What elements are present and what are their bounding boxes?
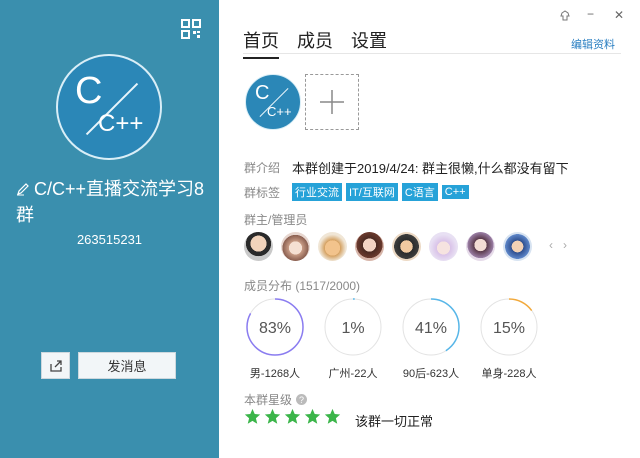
member-distribution: 83% 男-1268人 1% 广州-22人 41% 90后-623人 15% 单身-228人	[245, 297, 539, 381]
distribution-item[interactable]: 1% 广州-22人	[323, 297, 383, 381]
admin-avatar[interactable]	[355, 232, 384, 261]
tag-industry[interactable]: 行业交流	[292, 183, 342, 201]
admin-avatar[interactable]	[429, 232, 458, 261]
share-button[interactable]	[41, 352, 70, 379]
group-avatar-large: C C++	[56, 54, 162, 160]
header-divider	[243, 53, 621, 54]
distribution-caption: 男-1268人	[249, 368, 301, 380]
distribution-percent: 41%	[415, 320, 447, 337]
distribution-item[interactable]: 83% 男-1268人	[245, 297, 305, 381]
help-icon[interactable]: ?	[296, 394, 308, 405]
intro-label: 群介绍	[244, 161, 281, 175]
edit-profile-link[interactable]: 编辑资料	[571, 36, 615, 52]
tag-cpp[interactable]: C++	[441, 185, 469, 199]
logo-text-cpp: C++	[98, 110, 144, 137]
tags-row: 群标签 行业交流 IT/互联网 C语言 C++	[244, 183, 473, 201]
admin-avatar[interactable]	[503, 232, 532, 261]
distribution-item[interactable]: 15% 单身-228人	[479, 297, 539, 381]
tab-home[interactable]: 首页	[243, 27, 279, 59]
distribution-percent: 83%	[259, 320, 291, 337]
send-message-button[interactable]: 发消息	[78, 352, 176, 379]
tab-settings[interactable]: 设置	[351, 27, 387, 59]
star-icon	[284, 408, 301, 424]
add-avatar-button[interactable]	[305, 74, 359, 130]
group-name-text: C/C++直播交流学习8群	[16, 179, 205, 225]
admin-avatar[interactable]	[466, 232, 495, 261]
group-id: 263515231	[76, 232, 143, 247]
group-avatar-small[interactable]: C C++	[245, 74, 301, 130]
distribution-item[interactable]: 41% 90后-623人	[401, 297, 461, 381]
qr-code-icon[interactable]	[181, 19, 201, 39]
star-rating	[244, 408, 341, 425]
level-status: 该群一切正常	[355, 414, 434, 429]
distribution-title: 成员分布 (1517/2000)	[244, 279, 361, 293]
star-icon	[264, 408, 281, 424]
tag-c[interactable]: C语言	[401, 183, 438, 201]
distribution-ring: 15%	[480, 298, 538, 356]
admin-avatar[interactable]	[318, 232, 347, 261]
edit-pencil-icon[interactable]	[16, 182, 30, 196]
admin-avatars	[244, 232, 532, 261]
distribution-caption: 90后-623人	[402, 368, 460, 380]
distribution-ring: 83%	[246, 298, 304, 356]
group-profile-sidebar: C C++ C/C++直播交流学习8群 263515231 发消息	[0, 0, 219, 458]
minimize-button[interactable]: −	[587, 7, 594, 21]
admin-avatar[interactable]	[281, 232, 310, 261]
group-info-panel: − ✕ 首页 成员 设置 编辑资料 C C++ 群介绍 本群创建于2019/4/…	[219, 0, 640, 458]
logo-text-c: C	[255, 82, 270, 104]
intro-text: 本群创建于2019/4/24: 群主很懒,什么都没有留下	[292, 161, 569, 176]
admin-avatar[interactable]	[392, 232, 421, 261]
tag-it[interactable]: IT/互联网	[346, 183, 398, 201]
distribution-caption: 单身-228人	[481, 368, 537, 380]
level-title-row: 本群星级 ?	[244, 391, 308, 408]
admin-avatar[interactable]	[244, 232, 273, 261]
distribution-percent: 15%	[493, 320, 525, 337]
tab-members[interactable]: 成员	[297, 27, 333, 59]
level-title: 本群星级	[244, 393, 293, 407]
admins-title: 群主/管理员	[244, 213, 308, 227]
avatar-nav: ‹ ›	[549, 238, 567, 252]
tab-bar: 首页 成员 设置	[243, 27, 387, 59]
distribution-percent: 1%	[341, 320, 364, 337]
skin-icon[interactable]	[559, 10, 571, 22]
star-icon	[244, 408, 261, 424]
group-name[interactable]: C/C++直播交流学习8群	[16, 176, 206, 228]
star-icon	[304, 408, 321, 424]
plus-icon	[320, 90, 344, 114]
logo-text-cpp: C++	[267, 104, 292, 119]
close-button[interactable]: ✕	[614, 8, 624, 22]
prev-arrow[interactable]: ‹	[549, 238, 553, 252]
intro-row: 群介绍 本群创建于2019/4/24: 群主很懒,什么都没有留下	[244, 158, 569, 177]
next-arrow[interactable]: ›	[563, 238, 567, 252]
star-icon	[324, 408, 341, 424]
tags-label: 群标签	[244, 185, 281, 200]
distribution-ring: 41%	[402, 298, 460, 356]
share-icon	[49, 359, 62, 372]
logo-text-c: C	[75, 70, 103, 112]
distribution-ring: 1%	[324, 298, 382, 356]
distribution-caption: 广州-22人	[328, 368, 378, 380]
